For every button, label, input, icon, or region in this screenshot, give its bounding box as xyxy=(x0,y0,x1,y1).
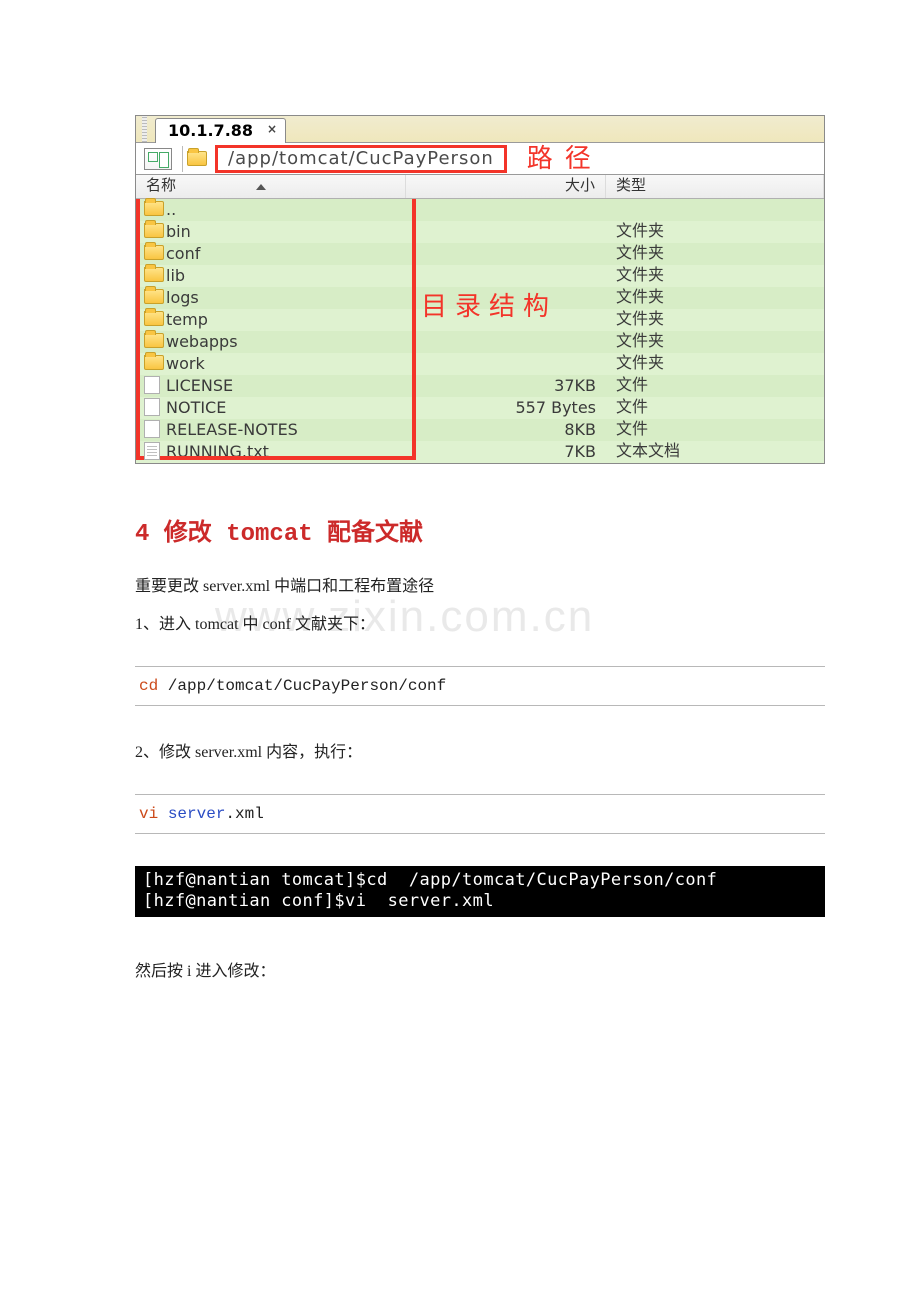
file-name: .. xyxy=(166,202,406,218)
code-block: cd /app/tomcat/CucPayPerson/conf xyxy=(135,666,825,706)
file-size: 37KB xyxy=(406,378,606,394)
table-row[interactable]: LICENSE37KB文件 xyxy=(136,375,824,397)
tab-host[interactable]: 10.1.7.88 × xyxy=(155,118,286,143)
folder-icon xyxy=(144,223,164,238)
table-row[interactable]: bin 文件夹 xyxy=(136,221,824,243)
table-row[interactable]: lib 文件夹 xyxy=(136,265,824,287)
tab-bar: 10.1.7.88 × xyxy=(136,116,824,143)
code-text: .xml xyxy=(225,805,263,823)
file-icon xyxy=(144,420,160,438)
file-name: RUNNING.txt xyxy=(166,444,406,460)
file-name: RELEASE-NOTES xyxy=(166,422,406,438)
separator xyxy=(182,146,183,172)
folder-icon xyxy=(187,151,207,166)
code-block: vi server.xml xyxy=(135,794,825,834)
file-name: logs xyxy=(166,290,406,306)
tab-grip xyxy=(142,116,147,142)
folder-icon xyxy=(144,201,164,216)
terminal-line: [hzf@nantian tomcat]$cd /app/tomcat/CucP… xyxy=(143,870,717,890)
table-row[interactable]: temp 文件夹 xyxy=(136,309,824,331)
close-icon[interactable]: × xyxy=(267,123,277,135)
header-type[interactable]: 类型 xyxy=(606,175,824,198)
table-row[interactable]: conf 文件夹 xyxy=(136,243,824,265)
folder-icon xyxy=(144,267,164,282)
file-name: NOTICE xyxy=(166,400,406,416)
section-heading: 4 修改 tomcat 配备文献 xyxy=(135,512,820,548)
code-keyword: cd xyxy=(139,677,158,695)
file-type: 文件 xyxy=(606,378,824,394)
file-type: 文件夹 xyxy=(606,312,824,328)
body-text: 2、修改 server.xml 内容，执行： xyxy=(135,738,820,762)
body-text: 然后按 i 进入修改： xyxy=(135,957,820,981)
file-size: 8KB xyxy=(406,422,606,438)
folder-icon xyxy=(144,355,164,370)
file-type: 文件夹 xyxy=(606,356,824,372)
path-annotation: 路径 xyxy=(527,146,603,172)
header-name[interactable]: 名称 xyxy=(136,175,406,198)
file-list: 目录结构 ..bin文件夹conf文件夹lib文件夹logs文件夹temp文件夹… xyxy=(136,199,824,463)
folder-icon xyxy=(144,289,164,304)
file-size: 7KB xyxy=(406,444,606,460)
table-row[interactable]: webapps 文件夹 xyxy=(136,331,824,353)
file-name: conf xyxy=(166,246,406,262)
file-name: webapps xyxy=(166,334,406,350)
table-row[interactable]: .. xyxy=(136,199,824,221)
body-text: 1、进入 tomcat 中 conf 文献夹下： xyxy=(135,610,820,634)
file-type: 文件夹 xyxy=(606,268,824,284)
file-type: 文本文档 xyxy=(606,444,824,460)
file-type: 文件 xyxy=(606,400,824,416)
terminal-screenshot: [hzf@nantian tomcat]$cd /app/tomcat/CucP… xyxy=(135,866,825,917)
file-type: 文件夹 xyxy=(606,290,824,306)
terminal-line: [hzf@nantian conf]$vi server.xml xyxy=(143,891,494,911)
body-text: 重要更改 server.xml 中端口和工程布置途径 xyxy=(135,572,820,596)
file-name: work xyxy=(166,356,406,372)
path-input[interactable]: /app/tomcat/CucPayPerson xyxy=(215,145,507,173)
column-headers: 名称 大小 类型 xyxy=(136,175,824,199)
file-icon xyxy=(144,398,160,416)
file-name: LICENSE xyxy=(166,378,406,394)
file-type: 文件夹 xyxy=(606,334,824,350)
table-row[interactable]: RUNNING.txt7KB文本文档 xyxy=(136,441,824,463)
code-keyword: server xyxy=(168,805,226,823)
view-mode-icon[interactable] xyxy=(144,148,172,170)
address-bar: /app/tomcat/CucPayPerson 路径 xyxy=(136,143,824,175)
file-type: 文件夹 xyxy=(606,224,824,240)
code-text: /app/tomcat/CucPayPerson/conf xyxy=(158,677,446,695)
table-row[interactable]: NOTICE557 Bytes文件 xyxy=(136,397,824,419)
code-keyword: vi xyxy=(139,805,158,823)
file-name: temp xyxy=(166,312,406,328)
file-size: 557 Bytes xyxy=(406,400,606,416)
code-text xyxy=(158,805,168,823)
file-name: bin xyxy=(166,224,406,240)
text-file-icon xyxy=(144,442,160,460)
folder-icon xyxy=(144,311,164,326)
table-row[interactable]: RELEASE-NOTES8KB文件 xyxy=(136,419,824,441)
tab-title: 10.1.7.88 xyxy=(168,123,253,139)
table-row[interactable]: work 文件夹 xyxy=(136,353,824,375)
file-browser: 10.1.7.88 × /app/tomcat/CucPayPerson 路径 … xyxy=(135,115,825,464)
file-type: 文件夹 xyxy=(606,246,824,262)
file-name: lib xyxy=(166,268,406,284)
file-icon xyxy=(144,376,160,394)
header-size[interactable]: 大小 xyxy=(406,175,606,198)
folder-icon xyxy=(144,245,164,260)
file-type: 文件 xyxy=(606,422,824,438)
table-row[interactable]: logs 文件夹 xyxy=(136,287,824,309)
folder-icon xyxy=(144,333,164,348)
